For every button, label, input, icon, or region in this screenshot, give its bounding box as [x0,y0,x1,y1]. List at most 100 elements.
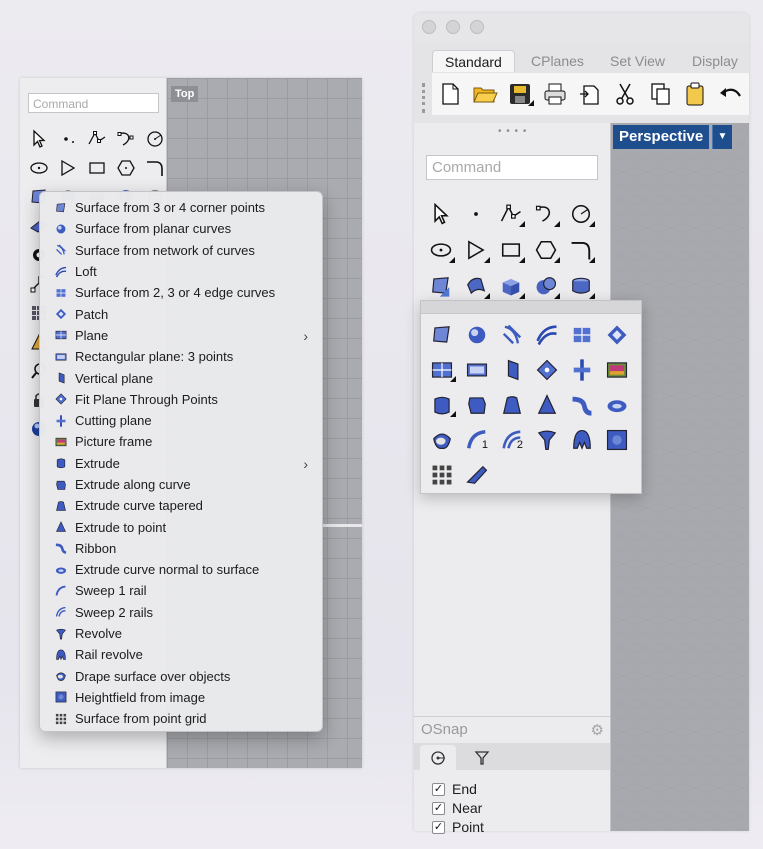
menu-item[interactable]: Surface from point grid [40,708,322,729]
select-icon[interactable] [24,124,53,153]
menu-item[interactable]: Vertical plane [40,367,322,388]
ellipse-icon[interactable] [423,232,458,268]
close-window-button[interactable] [422,20,436,34]
sweep2-icon[interactable]: 2 [494,422,529,457]
undo-icon[interactable] [712,77,747,111]
fillet-icon[interactable] [563,232,598,268]
hexagon-icon[interactable] [528,232,563,268]
polygon-icon[interactable] [458,232,493,268]
point-grid-icon[interactable] [424,457,459,492]
extrude-icon[interactable] [424,387,459,422]
save-icon[interactable] [502,77,537,111]
menu-item[interactable]: Rectangular plane: 3 points [40,346,322,367]
point-checkbox[interactable]: ✓ [432,820,445,834]
extrude-point-icon[interactable] [529,387,564,422]
circle-icon[interactable] [563,196,598,232]
patch-icon[interactable] [599,317,634,352]
right-command-input[interactable]: Command [426,155,598,180]
tab-cplanes[interactable]: CPlanes [531,50,584,72]
surface-corner-icon[interactable] [423,268,458,304]
menu-item[interactable]: Extrude curve normal to surface [40,559,322,580]
tab-display[interactable]: Display [692,50,738,72]
menu-item[interactable]: Heightfield from image [40,687,322,708]
minimize-window-button[interactable] [446,20,460,34]
open-folder-icon[interactable] [467,77,502,111]
osnap-option-near[interactable]: ✓ Near [432,800,482,816]
menu-item[interactable]: Extrude › [40,453,322,474]
hexagon-icon[interactable] [111,153,140,182]
rail-revolve-icon[interactable] [564,422,599,457]
maximize-window-button[interactable] [470,20,484,34]
flyout-header[interactable] [421,301,641,314]
polyline-icon[interactable] [82,124,111,153]
menu-item[interactable]: Sweep 1 rail [40,580,322,601]
near-checkbox[interactable]: ✓ [432,801,445,815]
menu-item[interactable]: Extrude to point [40,516,322,537]
rect-plane-icon[interactable] [459,352,494,387]
network-surface-icon[interactable] [494,317,529,352]
menu-item[interactable]: Revolve [40,623,322,644]
menu-item[interactable]: Sweep 2 rails [40,602,322,623]
solid-box-icon[interactable] [493,268,528,304]
tab-standard[interactable]: Standard [432,50,515,72]
osnap-option-point[interactable]: ✓ Point [432,819,484,835]
menu-item[interactable]: Drape surface over objects [40,666,322,687]
sphere-icon[interactable] [528,268,563,304]
viewport-label-perspective[interactable]: Perspective [613,125,710,149]
copy-icon[interactable] [642,77,677,111]
polygon-icon[interactable] [53,153,82,182]
menu-item[interactable]: Ribbon [40,538,322,559]
toolbar-grip[interactable] [422,83,426,113]
loft-icon[interactable] [529,317,564,352]
osnap-option-end[interactable]: ✓ End [432,781,477,797]
vertical-plane-icon[interactable] [494,352,529,387]
extrude-tapered-icon[interactable] [494,387,529,422]
menu-item[interactable]: Fit Plane Through Points [40,389,322,410]
select-icon[interactable] [423,196,458,232]
extrude-normal-icon[interactable] [599,387,634,422]
print-icon[interactable] [537,77,572,111]
ellipse-icon[interactable] [24,153,53,182]
curve-icon[interactable] [111,124,140,153]
sweep1-icon[interactable]: 1 [459,422,494,457]
point-icon[interactable] [458,196,493,232]
cutting-plane-icon[interactable] [564,352,599,387]
drape-icon[interactable] [424,422,459,457]
curve-icon[interactable] [528,196,563,232]
edge-surface-icon[interactable] [564,317,599,352]
point-icon[interactable] [53,124,82,153]
menu-item[interactable]: Surface from 2, 3 or 4 edge curves [40,282,322,303]
ribbon-icon[interactable] [564,387,599,422]
left-command-input[interactable]: Command [28,93,159,113]
menu-item[interactable]: Surface from 3 or 4 corner points [40,197,322,218]
cylinder-icon[interactable] [563,268,598,304]
picture-frame-icon[interactable] [599,352,634,387]
menu-item[interactable]: Surface from network of curves [40,240,322,261]
menu-item[interactable]: Rail revolve [40,644,322,665]
revolve-icon[interactable] [529,422,564,457]
rectangle-icon[interactable] [82,153,111,182]
menu-item[interactable]: Loft [40,261,322,282]
end-checkbox[interactable]: ✓ [432,782,445,796]
import-icon[interactable] [572,77,607,111]
menu-item[interactable]: Extrude along curve [40,474,322,495]
menu-item[interactable]: Extrude curve tapered [40,495,322,516]
heightfield-icon[interactable] [599,422,634,457]
circle-icon[interactable] [140,124,169,153]
slab-icon[interactable] [459,457,494,492]
chevron-down-icon[interactable]: ▼ [712,125,732,149]
filter-icon[interactable] [464,745,500,770]
rectangle-icon[interactable] [493,232,528,268]
cut-icon[interactable] [607,77,642,111]
planar-curve-icon[interactable] [459,317,494,352]
panel-grip[interactable]: • • • • [498,126,527,137]
menu-item[interactable]: Cutting plane [40,410,322,431]
menu-item[interactable]: Plane › [40,325,322,346]
menu-item[interactable]: Patch [40,303,322,324]
osnap-target-icon[interactable] [420,745,456,770]
plane-icon[interactable] [424,352,459,387]
menu-item[interactable]: Surface from planar curves [40,218,322,239]
menu-item[interactable]: Picture frame [40,431,322,452]
new-file-icon[interactable] [432,77,467,111]
gear-icon[interactable]: ⚙ [591,721,604,739]
